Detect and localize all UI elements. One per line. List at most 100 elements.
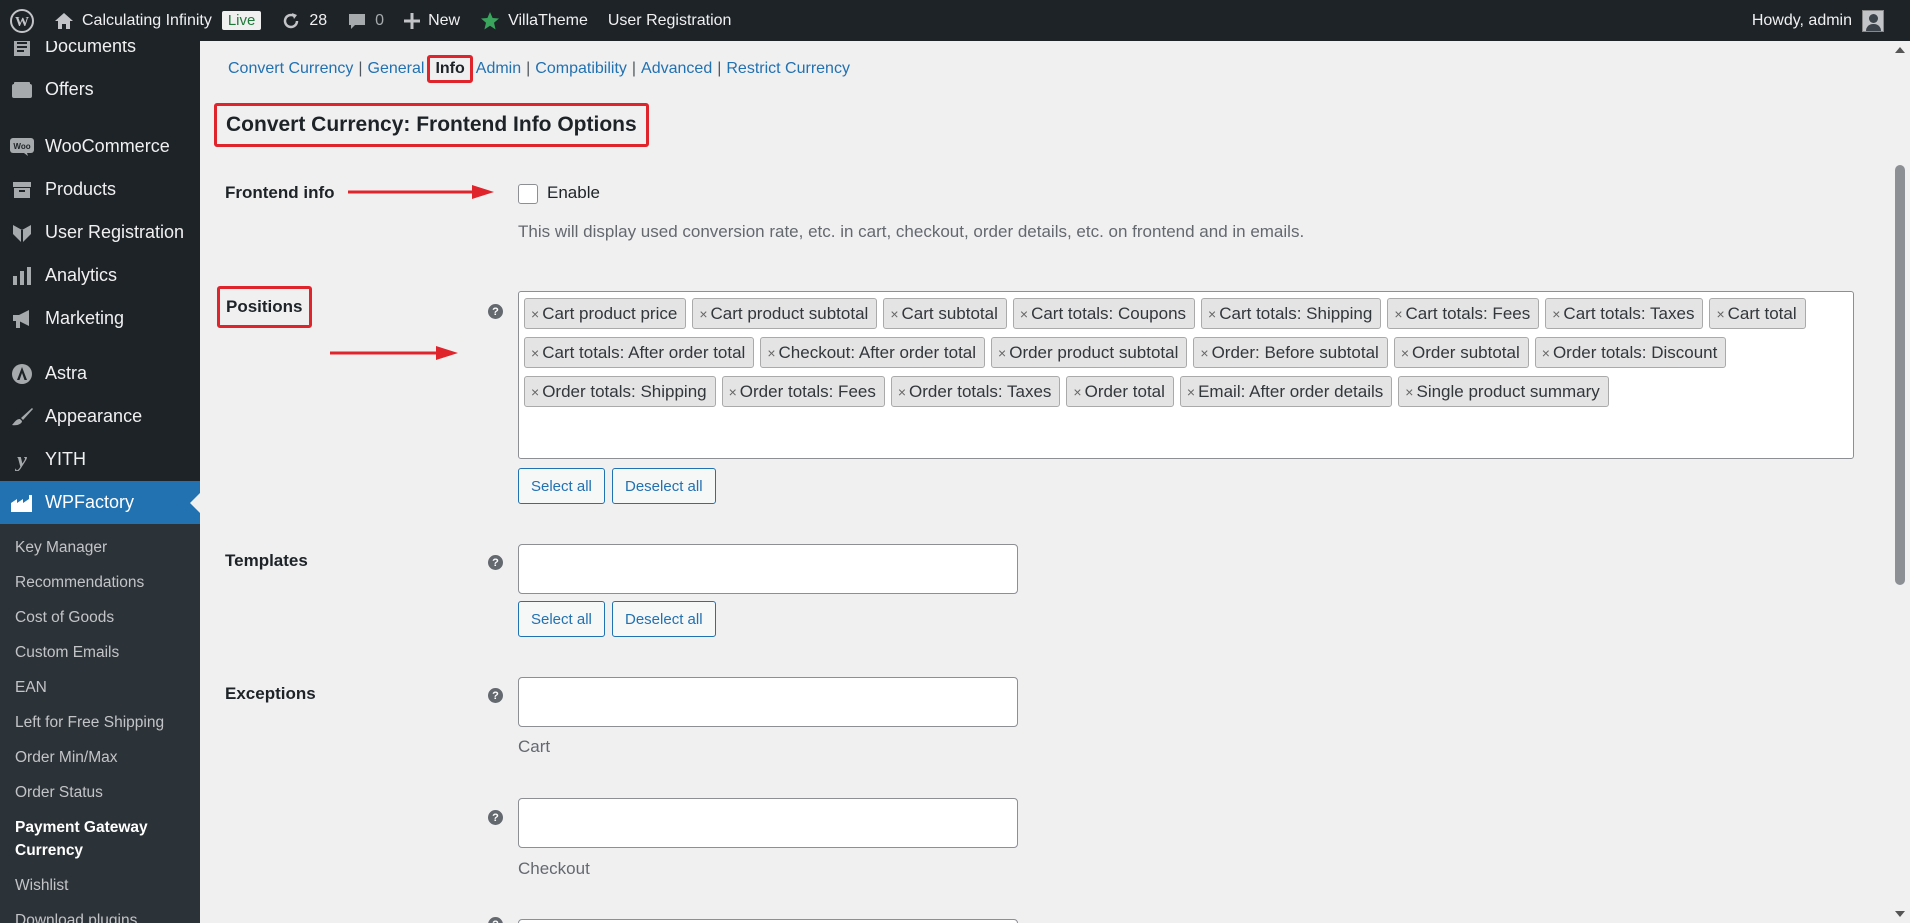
token-label: Order product subtotal [1009,342,1179,362]
submenu-item-download-plugins[interactable]: Download plugins [0,903,200,923]
villatheme-label: VillaTheme [508,11,588,29]
remove-token-icon[interactable]: × [699,306,707,322]
menu-item-marketing[interactable]: Marketing [0,297,200,340]
menu-item-wpfactory[interactable]: WPFactory [0,481,200,524]
menu-item-documents[interactable]: Documents [0,41,200,68]
site-name: Calculating Infinity [82,11,212,29]
remove-token-icon[interactable]: × [1401,345,1409,361]
my-account-menu[interactable]: Howdy, admin [1752,9,1910,32]
menu-item-label: Marketing [45,308,125,328]
wordpress-logo-icon[interactable]: W [0,0,44,41]
positions-select-all-button[interactable]: Select all [518,468,605,504]
submenu-item-ean[interactable]: EAN [0,670,200,705]
new-content-menu[interactable]: New [394,0,470,41]
menu-item-user-registration[interactable]: User Registration [0,211,200,254]
positions-multiselect[interactable]: × Cart product price × Cart product subtota… [518,291,1854,459]
woocommerce-icon: Woo [10,135,34,159]
live-badge: Live [221,11,262,30]
remove-token-icon[interactable]: × [1394,306,1402,322]
submenu-item-left-for-free-shipping[interactable]: Left for Free Shipping [0,705,200,740]
avatar [1862,9,1884,32]
admin-bar: W Calculating Infinity Live 28 0 New Vil… [0,0,1910,41]
remove-token-icon[interactable]: × [890,306,898,322]
tab-advanced[interactable]: Advanced [641,60,712,78]
menu-item-yith[interactable]: y YITH [0,438,200,481]
user-registration-icon [10,221,34,245]
comments-menu[interactable]: 0 [337,0,394,41]
token-label: Order subtotal [1412,342,1520,362]
site-name-menu[interactable]: Calculating Infinity Live [44,0,271,41]
remove-token-icon[interactable]: × [531,384,539,400]
remove-token-icon[interactable]: × [531,345,539,361]
villatheme-menu[interactable]: VillaTheme [470,0,598,41]
help-icon[interactable]: ? [488,810,503,825]
remove-token-icon[interactable]: × [1200,345,1208,361]
section-title: Convert Currency: Frontend Info Options [214,103,649,147]
tab-restrict-currency[interactable]: Restrict Currency [726,60,850,78]
menu-item-analytics[interactable]: Analytics [0,254,200,297]
templates-select-all-button[interactable]: Select all [518,601,605,637]
tab-info[interactable]: Info [427,55,473,83]
remove-token-icon[interactable]: × [1020,306,1028,322]
tab-convert-currency[interactable]: Convert Currency [228,60,353,78]
menu-item-label: YITH [45,449,87,469]
exceptions-next-input[interactable] [518,919,1018,923]
scroll-up-icon[interactable] [1895,47,1905,53]
tab-admin[interactable]: Admin [476,60,521,78]
menu-item-woocommerce[interactable]: Woo WooCommerce [0,125,200,168]
help-icon[interactable]: ? [488,688,503,703]
tab-general[interactable]: General [368,60,425,78]
token-label: Cart product subtotal [710,303,869,323]
menu-item-products[interactable]: Products [0,168,200,211]
remove-token-icon[interactable]: × [729,384,737,400]
page-scrollbar[interactable] [1890,41,1910,923]
templates-deselect-all-button[interactable]: Deselect all [612,601,716,637]
submenu-item-payment-gateway-currency[interactable]: Payment Gateway Currency [0,810,200,868]
updates-menu[interactable]: 28 [271,0,337,41]
selected-token: × Cart totals: Taxes [1545,298,1704,329]
remove-token-icon[interactable]: × [998,345,1006,361]
positions-deselect-all-button[interactable]: Deselect all [612,468,716,504]
exceptions-checkout-description: Checkout [518,859,590,878]
user-registration-adminbar-menu[interactable]: User Registration [598,0,742,41]
remove-token-icon[interactable]: × [531,306,539,322]
exceptions-checkout-input[interactable] [518,798,1018,848]
submenu-item-recommendations[interactable]: Recommendations [0,565,200,600]
help-icon[interactable]: ? [488,555,503,570]
scrollbar-thumb[interactable] [1895,165,1905,585]
menu-item-astra[interactable]: Astra [0,352,200,395]
submenu-item-custom-emails[interactable]: Custom Emails [0,635,200,670]
tab-separator: | [717,60,722,77]
templates-input[interactable] [518,544,1018,594]
help-icon[interactable]: ? [488,304,503,319]
scroll-down-icon[interactable] [1895,911,1905,917]
home-icon [54,12,74,30]
tab-compatibility[interactable]: Compatibility [535,60,627,78]
menu-item-appearance[interactable]: Appearance [0,395,200,438]
remove-token-icon[interactable]: × [767,345,775,361]
remove-token-icon[interactable]: × [1405,384,1413,400]
submenu-item-cost-of-goods[interactable]: Cost of Goods [0,600,200,635]
remove-token-icon[interactable]: × [1552,306,1560,322]
frontend-info-enable-label[interactable]: Enable [547,183,600,203]
templates-label: Templates [225,551,308,570]
submenu-item-wishlist[interactable]: Wishlist [0,868,200,903]
token-label: Cart totals: Coupons [1031,303,1187,323]
remove-token-icon[interactable]: × [1073,384,1081,400]
remove-token-icon[interactable]: × [898,384,906,400]
exceptions-cart-input[interactable] [518,677,1018,727]
submenu-item-key-manager[interactable]: Key Manager [0,530,200,565]
menu-item-offers[interactable]: Offers [0,68,200,111]
remove-token-icon[interactable]: × [1187,384,1195,400]
remove-token-icon[interactable]: × [1208,306,1216,322]
offers-icon [10,78,34,102]
remove-token-icon[interactable]: × [1716,306,1724,322]
tab-separator: | [631,60,637,77]
frontend-info-enable-checkbox[interactable] [518,184,538,204]
menu-item-label: User Registration [45,222,185,242]
wpfactory-submenu: Key Manager Recommendations Cost of Good… [0,524,200,923]
remove-token-icon[interactable]: × [1542,345,1550,361]
help-icon[interactable]: ? [488,917,503,923]
submenu-item-order-min-max[interactable]: Order Min/Max [0,740,200,775]
submenu-item-order-status[interactable]: Order Status [0,775,200,810]
